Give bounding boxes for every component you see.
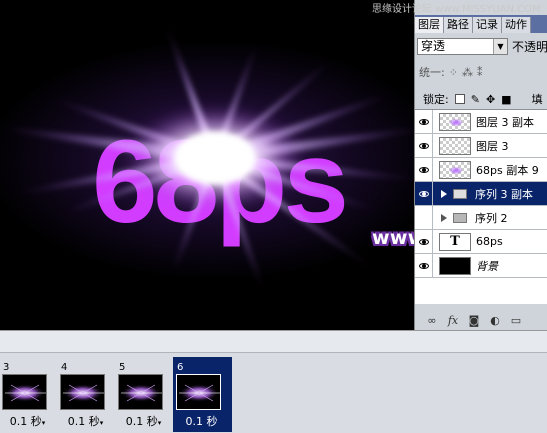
- visibility-toggle[interactable]: [415, 205, 433, 230]
- tab-paths[interactable]: 路径: [444, 17, 473, 33]
- eye-icon: [418, 238, 429, 245]
- expand-triangle-icon[interactable]: [441, 213, 447, 222]
- fx-icon[interactable]: fx: [446, 314, 460, 327]
- site-watermark-text: www.68ps.com: [372, 227, 414, 249]
- blend-mode-value: 穿透: [421, 38, 446, 53]
- visibility-toggle[interactable]: [415, 133, 433, 158]
- layer-row[interactable]: 图层 3 副本: [415, 109, 547, 134]
- lock-brush-icon[interactable]: ✎: [471, 93, 480, 106]
- unify-visibility-icon[interactable]: ⁂: [462, 66, 473, 79]
- layer-thumbnail: [439, 256, 471, 275]
- unify-position-icon[interactable]: ⁘: [449, 66, 458, 79]
- animation-panel: 3 0.1 秒▾ 4 0.1 秒▾ 5 0.1 秒▾ 6 0.1 秒: [0, 330, 547, 433]
- frame-delay[interactable]: 0.1 秒▾: [0, 413, 55, 429]
- visibility-toggle[interactable]: [415, 181, 433, 206]
- layer-name: 图层 3: [476, 139, 509, 153]
- layer-row[interactable]: 图层 3: [415, 133, 547, 158]
- layer-row[interactable]: 68ps 副本 9: [415, 157, 547, 182]
- eye-icon: [418, 166, 429, 173]
- panel-tab-bar: 图层 路径 记录 动作: [415, 15, 547, 33]
- tab-layers[interactable]: 图层: [415, 17, 444, 33]
- panel-bottom-toolbar: ∞ fx ◙ ◐ ▭: [415, 310, 547, 330]
- folder-icon: [453, 188, 467, 199]
- adjustment-layer-icon[interactable]: ◐: [488, 314, 502, 327]
- opacity-label: 不透明: [511, 39, 547, 54]
- frame-number: 4: [61, 362, 68, 373]
- link-layers-icon[interactable]: ∞: [425, 314, 439, 327]
- layer-row[interactable]: 序列 2: [415, 205, 547, 230]
- tab-history[interactable]: 记录: [473, 17, 502, 33]
- lock-transparent-icon[interactable]: [454, 94, 465, 104]
- site-watermark: 思缘设计论坛 www.MISSYUAN.COM: [372, 4, 541, 15]
- frame-thumbnail: [118, 374, 163, 410]
- visibility-toggle[interactable]: [415, 109, 433, 134]
- animation-frame[interactable]: 4 0.1 秒▾: [58, 358, 115, 431]
- layer-name: 序列 3 副本: [475, 187, 533, 201]
- frames-strip: 3 0.1 秒▾ 4 0.1 秒▾ 5 0.1 秒▾ 6 0.1 秒: [0, 357, 232, 432]
- blend-mode-select[interactable]: 穿透 ▼: [417, 37, 508, 55]
- layer-name: 序列 2: [475, 211, 508, 225]
- layers-list: 图层 3 副本 图层 3 68ps 副本 9 序列 3 副本 序列 2 T 68…: [415, 109, 547, 304]
- unify-style-icon[interactable]: ⁑: [477, 66, 483, 79]
- animation-frame[interactable]: 3 0.1 秒▾: [0, 358, 57, 431]
- visibility-toggle[interactable]: [415, 157, 433, 182]
- frame-delay[interactable]: 0.1 秒▾: [116, 413, 171, 429]
- folder-icon: [453, 212, 467, 223]
- lock-all-icon[interactable]: ■: [501, 93, 511, 106]
- animation-panel-header: [0, 331, 547, 353]
- layer-row[interactable]: 背景: [415, 253, 547, 278]
- lock-label: 锁定:: [423, 93, 449, 106]
- eye-icon: [418, 118, 429, 125]
- layer-name: 68ps: [476, 235, 503, 248]
- expand-triangle-icon[interactable]: [441, 189, 447, 198]
- visibility-toggle[interactable]: [415, 253, 433, 278]
- layer-name: 图层 3 副本: [476, 115, 534, 129]
- new-group-icon[interactable]: ▭: [509, 314, 523, 327]
- animation-frame[interactable]: 5 0.1 秒▾: [116, 358, 173, 431]
- layer-row-selected[interactable]: 序列 3 副本: [415, 181, 547, 206]
- frame-delay[interactable]: 0.1 秒▾: [58, 413, 113, 429]
- eye-icon: [418, 262, 429, 269]
- fill-label: 填: [531, 93, 543, 106]
- visibility-toggle[interactable]: [415, 229, 433, 254]
- layer-name: 背景: [476, 259, 498, 273]
- canvas-area[interactable]: 68ps www.68ps.com: [0, 0, 414, 330]
- layer-thumbnail: [439, 136, 471, 155]
- layer-mask-icon[interactable]: ◙: [467, 314, 481, 327]
- frame-number: 5: [119, 362, 126, 373]
- text-layer-icon: T: [439, 232, 471, 251]
- unify-label: 统一:: [419, 66, 445, 79]
- frame-number: 6: [177, 362, 184, 373]
- layer-name: 68ps 副本 9: [476, 163, 539, 177]
- frame-number: 3: [3, 362, 10, 373]
- layer-thumbnail: [439, 112, 471, 131]
- frame-delay[interactable]: 0.1 秒: [174, 413, 229, 429]
- eye-icon: [418, 142, 429, 149]
- lock-move-icon[interactable]: ✥: [486, 93, 495, 106]
- frame-thumbnail: [176, 374, 221, 410]
- light-burst-artwork: 68ps: [1, 26, 414, 290]
- frame-thumbnail: [60, 374, 105, 410]
- layers-panel: 图层 路径 记录 动作 穿透 ▼ 不透明 统一: ⁘ ⁂ ⁑ 锁定: ✎ ✥ ■…: [414, 0, 547, 330]
- eye-icon: [418, 190, 429, 197]
- tab-actions[interactable]: 动作: [502, 17, 531, 33]
- layer-thumbnail: [439, 160, 471, 179]
- chevron-down-icon[interactable]: ▼: [492, 38, 507, 54]
- animation-frame-selected[interactable]: 6 0.1 秒: [173, 357, 232, 432]
- frame-thumbnail: [2, 374, 47, 410]
- layer-row[interactable]: T 68ps: [415, 229, 547, 254]
